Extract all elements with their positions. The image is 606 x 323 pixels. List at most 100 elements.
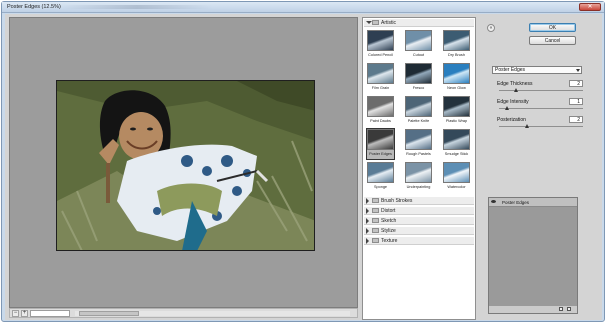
filter-thumb-image	[367, 63, 394, 84]
folder-icon	[372, 20, 379, 25]
filter-thumb-image	[405, 129, 432, 150]
filter-gallery-window: Poster Edges (12.5%) ✕ − + Artistic Colo…	[1, 1, 605, 322]
category-texture[interactable]: Texture	[364, 237, 474, 245]
expand-arrow-icon	[366, 238, 369, 244]
new-layer-icon[interactable]	[559, 307, 563, 311]
filter-thumb-image	[367, 162, 394, 183]
expand-arrow-icon	[366, 198, 369, 204]
param-value-field[interactable]: 2	[569, 80, 583, 87]
preview-scrollbar[interactable]	[75, 311, 350, 316]
cancel-button[interactable]: Cancel	[529, 36, 576, 45]
param-label: Posterization	[497, 117, 526, 123]
preview-image	[56, 80, 315, 251]
ok-button[interactable]: OK	[529, 23, 576, 32]
filter-thumb-image	[443, 63, 470, 84]
filter-thumb-label: Cutout	[412, 53, 425, 57]
settings-panel: « OK Cancel Poster Edges Edge Thickness …	[479, 17, 602, 320]
preview-status-bar: − +	[9, 308, 358, 318]
filter-thumb-label: Neon Glow	[447, 86, 466, 90]
filter-thumb-label: Poster Edges	[369, 152, 392, 156]
filter-thumb[interactable]: Plastic Wrap	[443, 96, 470, 126]
eye-icon[interactable]	[491, 200, 496, 203]
filter-thumb-image	[405, 96, 432, 117]
zoom-out-button[interactable]: −	[12, 310, 19, 317]
filter-thumb-label: Colored Pencil	[368, 53, 393, 57]
filter-thumb[interactable]: Dry Brush	[443, 30, 470, 60]
slider-track[interactable]	[499, 126, 583, 127]
slider-knob[interactable]	[513, 88, 518, 92]
filter-thumb-image	[367, 129, 394, 150]
filter-thumb-label: Plastic Wrap	[445, 119, 468, 123]
zoom-level-field[interactable]	[30, 310, 70, 317]
filter-thumb[interactable]: Fresco	[405, 63, 432, 93]
category-stylize[interactable]: Stylize	[364, 227, 474, 235]
category-label: Distort	[381, 208, 396, 214]
filter-thumb[interactable]: Watercolor	[443, 162, 470, 192]
preview-pane[interactable]	[9, 17, 358, 308]
chevron-down-icon	[576, 69, 580, 72]
filter-thumb-label: Film Grain	[371, 86, 390, 90]
preview-image-art	[57, 81, 314, 250]
slider-knob[interactable]	[524, 124, 529, 128]
collapse-gallery-button[interactable]: «	[487, 24, 495, 32]
filter-thumb-image	[443, 129, 470, 150]
filter-thumb[interactable]: Smudge Stick	[443, 129, 470, 159]
filter-thumb-label: Palette Knife	[407, 119, 430, 123]
category-label: Stylize	[381, 228, 396, 234]
filter-thumb-image	[405, 30, 432, 51]
filter-thumb-image	[443, 30, 470, 51]
expand-arrow-icon	[366, 228, 369, 234]
param-edge-intensity: Edge Intensity 1	[497, 98, 587, 115]
filter-gallery: Artistic Colored Pencil Cutout Dry Brush Fi…	[362, 17, 476, 320]
filter-thumb[interactable]: Film Grain	[367, 63, 394, 93]
filter-thumb[interactable]: Paint Daubs	[367, 96, 394, 126]
filter-thumb[interactable]: Rough Pastels	[405, 129, 432, 159]
filter-thumb-image	[405, 162, 432, 183]
slider-knob[interactable]	[505, 106, 510, 110]
category-brush-strokes[interactable]: Brush Strokes	[364, 197, 474, 205]
filter-select[interactable]: Poster Edges	[492, 66, 582, 74]
filter-thumb-label: Watercolor	[447, 185, 466, 189]
zoom-in-button[interactable]: +	[21, 310, 28, 317]
slider-track[interactable]	[499, 108, 583, 109]
filter-thumb-label: Rough Pastels	[406, 152, 431, 156]
filter-thumb-image	[367, 30, 394, 51]
category-label: Artistic	[381, 20, 396, 26]
category-label: Texture	[381, 238, 398, 244]
filter-thumb-image	[443, 162, 470, 183]
expand-arrow-icon	[366, 208, 369, 214]
filter-thumb[interactable]: Sponge	[367, 162, 394, 192]
effect-layer-name: Poster Edges	[502, 200, 530, 205]
category-distort[interactable]: Distort	[364, 207, 474, 215]
filter-thumb[interactable]: Palette Knife	[405, 96, 432, 126]
title-bar[interactable]: Poster Edges (12.5%) ✕	[2, 2, 604, 13]
category-artistic[interactable]: Artistic	[364, 19, 474, 27]
trash-icon[interactable]	[567, 307, 571, 311]
effect-layer-row[interactable]: Poster Edges	[489, 198, 577, 207]
filter-thumb-label: Sponge	[373, 185, 388, 189]
filter-thumb-label: Underpainting	[406, 185, 431, 189]
title-blur	[62, 5, 212, 9]
param-value-field[interactable]: 1	[569, 98, 583, 105]
category-sketch[interactable]: Sketch	[364, 217, 474, 225]
close-button[interactable]: ✕	[579, 3, 601, 11]
filter-thumb-label: Paint Daubs	[370, 119, 391, 123]
filter-thumb-label: Fresco	[412, 86, 425, 90]
filter-thumb[interactable]: Underpainting	[405, 162, 432, 192]
param-label: Edge Intensity	[497, 99, 529, 105]
filter-thumb-image	[405, 63, 432, 84]
filter-thumb[interactable]: Colored Pencil	[367, 30, 394, 60]
expand-arrow-icon	[366, 218, 369, 224]
slider-track[interactable]	[499, 90, 583, 91]
filter-thumb-image	[367, 96, 394, 117]
scrollbar-thumb[interactable]	[79, 311, 139, 316]
filter-thumb[interactable]: Poster Edges	[366, 128, 395, 160]
param-posterization: Posterization 2	[497, 116, 587, 133]
param-value-field[interactable]: 2	[569, 116, 583, 123]
filter-thumb[interactable]: Neon Glow	[443, 63, 470, 93]
filter-thumb[interactable]: Cutout	[405, 30, 432, 60]
folder-icon	[372, 218, 379, 223]
folder-icon	[372, 238, 379, 243]
layers-footer	[489, 306, 577, 313]
window-title: Poster Edges (12.5%)	[7, 4, 61, 10]
